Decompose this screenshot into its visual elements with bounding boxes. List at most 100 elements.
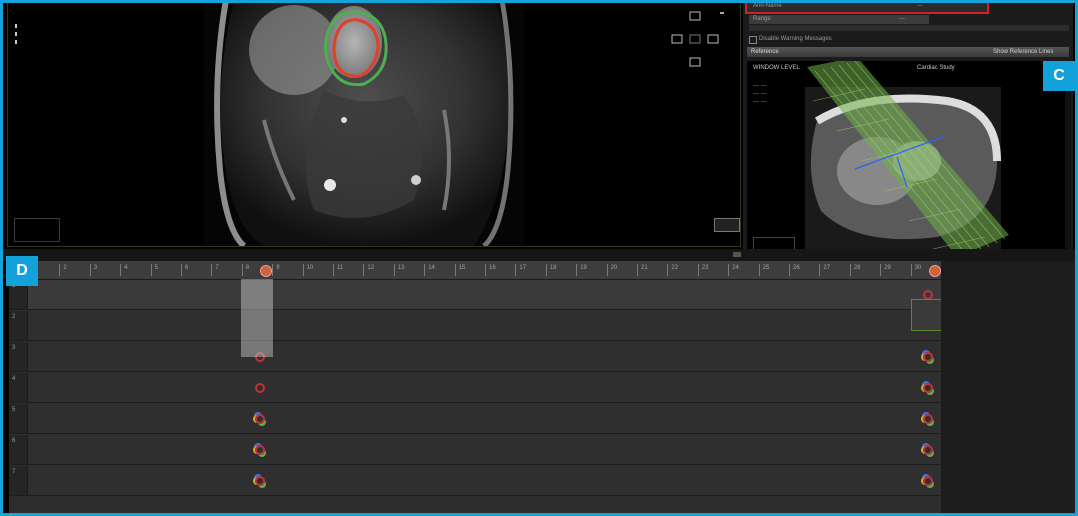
viewer-corner-bottom-left bbox=[14, 218, 60, 242]
frame-tick-label: 17 bbox=[519, 265, 527, 271]
frame-tick[interactable]: 17 bbox=[515, 264, 538, 276]
splitter-grip-icon[interactable] bbox=[733, 252, 741, 257]
frame-tick[interactable]: 24 bbox=[728, 264, 751, 276]
row1-label: Ann-Name bbox=[753, 3, 782, 9]
frame-tick[interactable]: 22 bbox=[667, 264, 690, 276]
range-field[interactable]: Range --- bbox=[749, 15, 929, 24]
timeline-lane[interactable]: 7 bbox=[9, 466, 941, 496]
frame-tick[interactable]: 29 bbox=[880, 264, 903, 276]
main-image-viewer[interactable] bbox=[7, 3, 741, 247]
frame-tick[interactable]: 10 bbox=[302, 264, 326, 276]
frame-tick-label: 14 bbox=[428, 265, 435, 271]
frame-tick[interactable]: 19 bbox=[576, 264, 599, 276]
frame-tick-label: 10 bbox=[306, 265, 314, 271]
frame-tick[interactable]: 7 bbox=[211, 264, 234, 276]
frame-tick[interactable]: 12 bbox=[363, 264, 386, 276]
frame-tick[interactable]: 9 bbox=[272, 264, 295, 276]
end-frame-selection-box[interactable] bbox=[911, 299, 943, 331]
contour-marker-icon[interactable] bbox=[923, 383, 933, 393]
contour-marker-icon[interactable] bbox=[255, 476, 265, 486]
properties-panel: Ann-Name --- Range --- Disable Warning M… bbox=[743, 3, 1073, 259]
frame-tick-label: 19 bbox=[580, 265, 587, 271]
nav-cross-icon[interactable] bbox=[668, 8, 728, 72]
orientation-marker-icon bbox=[15, 24, 17, 44]
reference-label: Reference bbox=[751, 49, 779, 55]
timeline-lane[interactable]: 5 bbox=[9, 404, 941, 434]
disable-warnings-label: Disable Warning Messages bbox=[759, 36, 832, 42]
reference-viewer[interactable]: WINDOW LEVEL Cardiac Study --- --- --- -… bbox=[747, 61, 1071, 257]
contour-marker-icon[interactable] bbox=[923, 476, 933, 486]
frame-tick-label: 12 bbox=[367, 265, 375, 271]
frame-tick-label: 16 bbox=[489, 265, 496, 271]
panel-splitter[interactable] bbox=[3, 249, 1075, 261]
frame-tick-label: 20 bbox=[610, 265, 618, 271]
frame-tick[interactable]: 20 bbox=[606, 264, 630, 276]
lane-label: 5 bbox=[9, 404, 28, 433]
ref-view-right-title: Cardiac Study bbox=[917, 65, 955, 71]
ref-info-2: --- --- bbox=[753, 91, 767, 97]
frame-tick-label: 25 bbox=[762, 265, 770, 271]
corner-handle-icon[interactable] bbox=[714, 218, 740, 232]
frame-tick[interactable]: 27 bbox=[819, 264, 842, 276]
frame-tick-label: 24 bbox=[732, 265, 739, 271]
lane-label: 6 bbox=[9, 435, 28, 464]
reference-image bbox=[747, 61, 1067, 257]
contour-marker-icon[interactable] bbox=[923, 352, 933, 362]
frame-tick[interactable]: 15 bbox=[454, 264, 478, 276]
frame-tick-label: 4 bbox=[124, 265, 128, 271]
frame-tick[interactable]: 26 bbox=[789, 264, 812, 276]
frame-tick[interactable]: 14 bbox=[424, 264, 447, 276]
disable-warnings-checkbox[interactable] bbox=[749, 36, 757, 44]
frame-tick[interactable]: 25 bbox=[758, 264, 782, 276]
highlighted-property-row[interactable]: Ann-Name --- bbox=[745, 3, 989, 14]
ref-view-left-title: WINDOW LEVEL bbox=[753, 65, 800, 71]
timeline-lane[interactable]: 6 bbox=[9, 435, 941, 465]
playhead-start-marker[interactable] bbox=[260, 265, 272, 277]
frame-tick[interactable]: 2 bbox=[59, 264, 82, 276]
frame-tick-label: 5 bbox=[154, 265, 158, 271]
frame-tick-label: 8 bbox=[245, 265, 250, 271]
contour-marker-icon[interactable] bbox=[923, 445, 933, 455]
frame-tick[interactable]: 23 bbox=[697, 264, 721, 276]
lane-label: 3 bbox=[9, 342, 28, 371]
frame-tick[interactable]: 11 bbox=[333, 264, 356, 276]
frame-tick-label: 2 bbox=[63, 265, 67, 271]
frame-tick[interactable]: 13 bbox=[393, 264, 417, 276]
frame-tick[interactable]: 5 bbox=[150, 264, 174, 276]
timeline-lane[interactable]: 2 bbox=[9, 311, 941, 341]
mri-image bbox=[204, 3, 524, 246]
reference-section-header[interactable]: Reference Show Reference Lines bbox=[747, 47, 1069, 57]
lane-label-text: 3 bbox=[12, 345, 16, 351]
lane-label-text: 5 bbox=[12, 407, 16, 413]
frame-timeline[interactable]: 1234567891011121314151617181920212223242… bbox=[9, 261, 943, 513]
frame-tick[interactable]: 16 bbox=[485, 264, 508, 276]
lane-label-text: 2 bbox=[12, 314, 16, 320]
row2-label: Range bbox=[753, 16, 771, 22]
contour-marker-icon[interactable] bbox=[255, 383, 265, 393]
frame-tick-label: 7 bbox=[215, 265, 219, 271]
timeline-side-area bbox=[941, 261, 1075, 513]
frame-tick[interactable]: 28 bbox=[849, 264, 873, 276]
frame-tick-label: 27 bbox=[823, 265, 831, 271]
range-slider[interactable] bbox=[749, 25, 1069, 31]
frame-tick[interactable]: 4 bbox=[120, 264, 143, 276]
row1-value: --- bbox=[917, 3, 923, 9]
frame-tick-label: 29 bbox=[884, 265, 891, 271]
ref-info-1: --- --- bbox=[753, 83, 767, 89]
lane-label-text: 4 bbox=[12, 376, 16, 382]
contour-marker-icon[interactable] bbox=[255, 414, 265, 424]
frame-tick[interactable]: 3 bbox=[89, 264, 113, 276]
timeline-lane[interactable]: 1 bbox=[9, 280, 941, 310]
contour-marker-icon[interactable] bbox=[923, 414, 933, 424]
frame-tick[interactable]: 18 bbox=[545, 264, 569, 276]
timeline-lane[interactable]: 3 bbox=[9, 342, 941, 372]
lane-label-text: 6 bbox=[12, 438, 16, 444]
playhead-end-marker[interactable] bbox=[929, 265, 941, 277]
frame-ruler[interactable]: 1234567891011121314151617181920212223242… bbox=[9, 261, 941, 280]
frame-tick[interactable]: 6 bbox=[181, 264, 204, 276]
frame-tick-label: 26 bbox=[793, 265, 800, 271]
timeline-lane[interactable]: 4 bbox=[9, 373, 941, 403]
show-reference-lines-label[interactable]: Show Reference Lines bbox=[993, 49, 1053, 55]
contour-marker-icon[interactable] bbox=[255, 445, 265, 455]
frame-tick[interactable]: 21 bbox=[637, 264, 660, 276]
